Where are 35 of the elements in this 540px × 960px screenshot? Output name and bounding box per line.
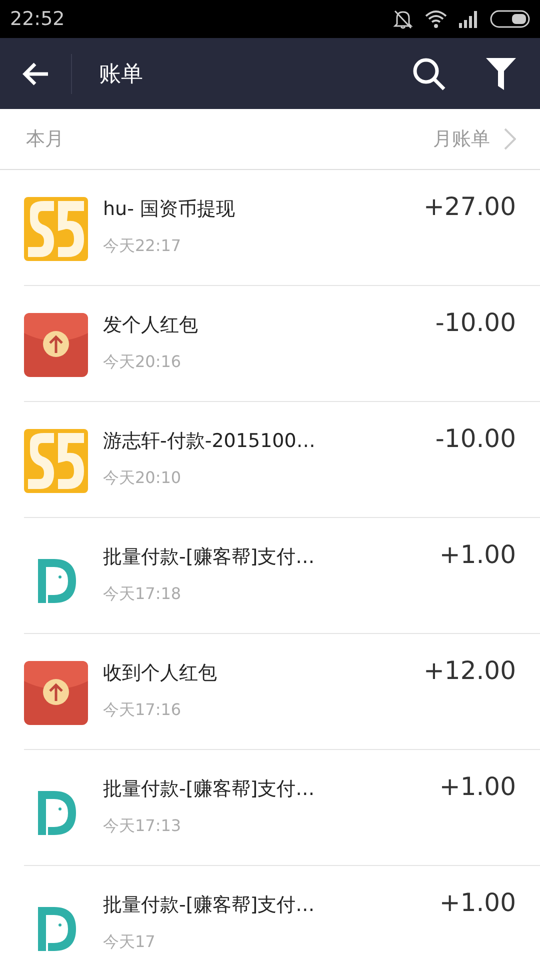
muted-bell-icon [392,8,414,30]
transaction-time: 今天22:17 [103,236,182,257]
status-time: 22:52 [10,8,65,30]
transaction-amount: +1.00 [439,540,516,569]
transaction-amount: +1.00 [439,772,516,801]
envelope-icon [24,313,88,377]
s5-logo-icon [24,197,88,261]
transaction-title[interactable]: hu- 国资币提现 [103,196,416,222]
transaction-amount: -10.00 [435,308,516,337]
transaction-title[interactable]: 游志轩-付款-2015100… [103,428,428,454]
battery-icon [490,10,530,28]
search-icon[interactable] [412,56,446,90]
transaction-amount: -10.00 [435,424,516,453]
filter-icon[interactable] [486,58,516,90]
transaction-title[interactable]: 批量付款-[赚客帮]支付… [103,776,432,802]
transaction-time: 今天20:16 [103,352,182,373]
month-label: 本月 [26,127,64,152]
envelope-icon [24,661,88,725]
transaction-time: 今天17:16 [103,700,182,721]
wifi-icon [424,9,448,29]
transaction-title[interactable]: 批量付款-[赚客帮]支付… [103,892,432,918]
transaction-title[interactable]: 收到个人红包 [103,660,416,686]
back-arrow-icon[interactable] [22,60,50,86]
page-title: 账单 [99,60,143,88]
transaction-amount: +12.00 [423,656,516,685]
transaction-time: 今天20:10 [103,468,182,489]
signal-icon [458,9,480,29]
transaction-time: 今天17 [103,932,156,953]
transaction-title[interactable]: 批量付款-[赚客帮]支付… [103,544,432,570]
s5-logo-icon [24,429,88,493]
transaction-amount: +1.00 [439,888,516,917]
transaction-title[interactable]: 发个人红包 [103,312,428,338]
transaction-time: 今天17:13 [103,816,182,837]
transaction-amount: +27.00 [423,192,516,221]
transaction-time: 今天17:18 [103,584,182,605]
